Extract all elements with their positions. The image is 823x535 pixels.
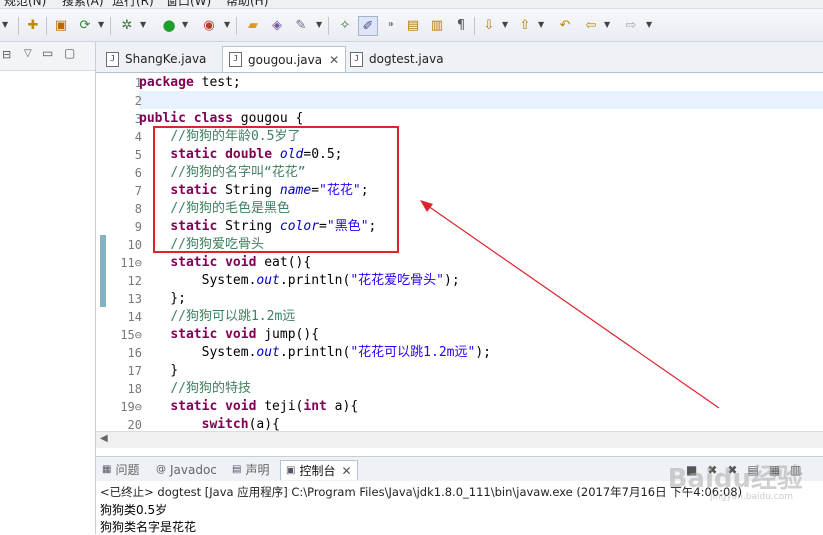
tab-label: 问题	[115, 463, 140, 477]
problems-icon: ▦	[102, 464, 112, 475]
console-icon: ▣	[286, 465, 296, 476]
declaration-icon: ▤	[232, 464, 242, 475]
tab-javadoc[interactable]: @ Javadoc	[156, 460, 217, 479]
baidu-watermark-url: jingyan.baidu.com	[709, 492, 793, 502]
tab-console[interactable]: ▣ 控制台 ✕	[280, 460, 358, 480]
annotation-arrow	[420, 200, 720, 409]
console-output-line: 狗狗类0.5岁	[100, 503, 168, 517]
javadoc-icon: @	[156, 464, 166, 475]
tab-problems[interactable]: ▦ 问题	[102, 460, 139, 479]
console-output-line: 狗狗类名字是花花	[100, 520, 197, 534]
console-status-line: <已终止> dogtest [Java 应用程序] C:\Program Fil…	[100, 485, 743, 499]
tab-label: 控制台	[299, 464, 336, 478]
baidu-watermark-logo: Baidu经验	[667, 464, 803, 494]
tab-label: 声明	[245, 463, 270, 477]
tab-label: Javadoc	[170, 462, 217, 477]
tab-declaration[interactable]: ▤ 声明	[232, 460, 269, 479]
close-icon[interactable]: ✕	[341, 464, 351, 478]
